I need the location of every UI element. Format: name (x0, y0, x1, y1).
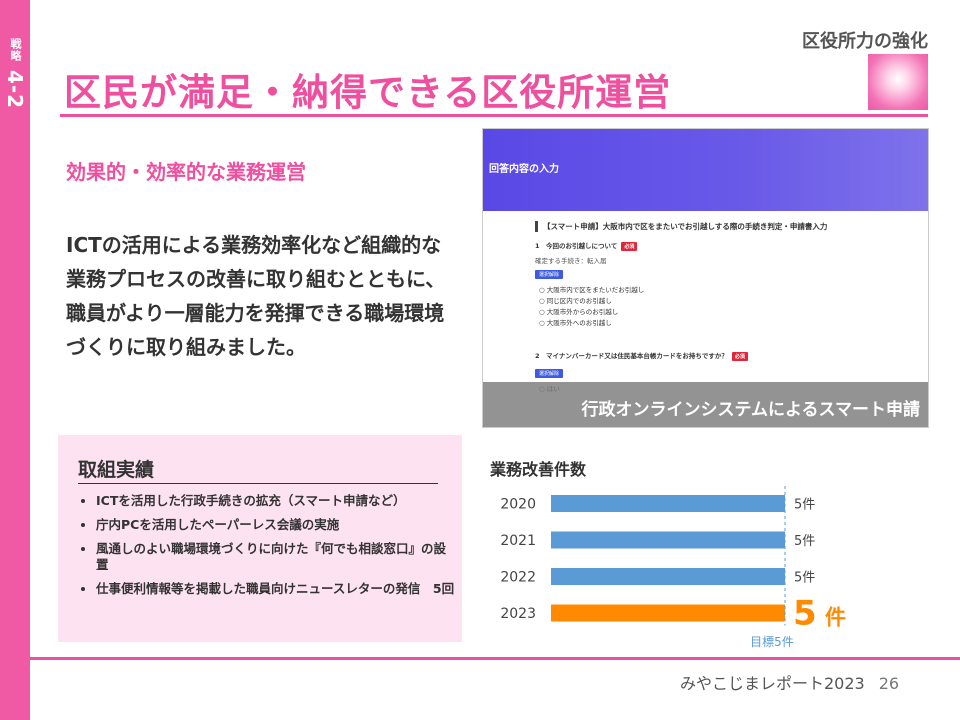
footer: みやこじまレポート2023 26 (680, 670, 899, 694)
category-label: 2022 (500, 570, 536, 586)
radio-option: 大阪市外からのお引越し (539, 306, 915, 316)
body-text: ICTの活用による業務効率化など組織的な業務プロセスの改善に取り組むとともに、職… (66, 233, 446, 359)
value-label: 5件 (794, 571, 815, 586)
bar-2023 (551, 604, 785, 622)
title-divider (60, 114, 928, 117)
required-badge: 必須 (731, 352, 748, 361)
side-label-number: 4-2 (3, 69, 27, 110)
screenshot-form: 【スマート申請】大阪市内で区をまたいでお引越しする際の手続き判定・申請書入力 1… (535, 221, 915, 394)
page-title: 区民が満足・納得できる区役所運営 (64, 71, 672, 114)
clear-selection-button: 選択解除 (535, 270, 564, 279)
bar-2021 (551, 531, 785, 549)
page-number: 26 (878, 674, 900, 693)
question-1-label: 1 今回のお引越しについて (535, 242, 618, 250)
category-label: 2021 (500, 533, 536, 549)
improvement-count-chart: 2020 5件 2021 5件 2022 5件 2023 5 件目標5件 (500, 486, 846, 649)
achievements-title: 取組実績 (78, 459, 155, 481)
list-item: 仕事便利情報等を掲載した職員向けニュースレターの発信 5回 (96, 581, 456, 597)
list-item: 風通しのよい職場環境づくりに向けた『何でも相談窓口』の設置 (96, 541, 456, 573)
decorative-gradient-box (868, 54, 928, 110)
radio-option: 同じ区内でのお引越し (539, 295, 915, 305)
clear-selection-button: 選択解除 (535, 369, 564, 378)
bar-2022 (551, 568, 785, 585)
smart-application-screenshot: 回答内容の入力 【スマート申請】大阪市内で区をまたいでお引越しする際の手続き判定… (482, 128, 929, 428)
highlight-value-label: 5 (793, 594, 817, 634)
list-item: ICTを活用した行政手続きの拡充（スマート申請など） (96, 493, 456, 509)
required-badge: 必須 (621, 242, 638, 251)
footer-divider (30, 657, 960, 660)
category-label: 2023 (500, 606, 536, 622)
report-name: みやこじまレポート2023 (680, 674, 865, 693)
highlight-unit-label: 件 (825, 606, 846, 630)
category-label: 2020 (500, 497, 536, 513)
question-2-label: 2 マイナンバーカード又は住民基本台帳カードをお持ちですか？ (535, 352, 728, 360)
question-1: 1 今回のお引越しについて 必須 (535, 240, 915, 251)
chart-title: 業務改善件数 (490, 460, 587, 479)
side-chapter-label: 戦略 4-2 (2, 38, 28, 109)
side-label-small: 戦略 (9, 38, 22, 62)
form-title: 【スマート申請】大阪市内で区をまたいでお引越しする際の手続き判定・申請書入力 (535, 221, 915, 232)
question-1-hint: 確定する手続き：転入届 (535, 257, 607, 265)
radio-option: 大阪市内で区をまたいだお引越し (539, 284, 915, 294)
section-tag: 区役所力の強化 (802, 31, 928, 52)
achievements-panel: 取組実績 ICTを活用した行政手続きの拡充（スマート申請など） 庁内PCを活用し… (58, 435, 462, 642)
bar-2020 (551, 495, 785, 512)
subheading: 効果的・効率的な業務運営 (66, 160, 306, 184)
value-label: 5件 (794, 498, 815, 513)
achievements-divider (78, 483, 438, 484)
target-label: 目標5件 (750, 635, 794, 649)
screenshot-caption: 行政オンラインシステムによるスマート申請 (483, 382, 928, 427)
achievements-list: ICTを活用した行政手続きの拡充（スマート申請など） 庁内PCを活用したペーパー… (78, 493, 456, 605)
list-item: 庁内PCを活用したペーパーレス会議の実施 (96, 517, 456, 533)
question-2: 2 マイナンバーカード又は住民基本台帳カードをお持ちですか？ 必須 (535, 350, 915, 361)
value-label: 5件 (794, 534, 815, 549)
screenshot-header: 回答内容の入力 (483, 129, 928, 211)
radio-option: 大阪市外へのお引越し (539, 317, 915, 327)
